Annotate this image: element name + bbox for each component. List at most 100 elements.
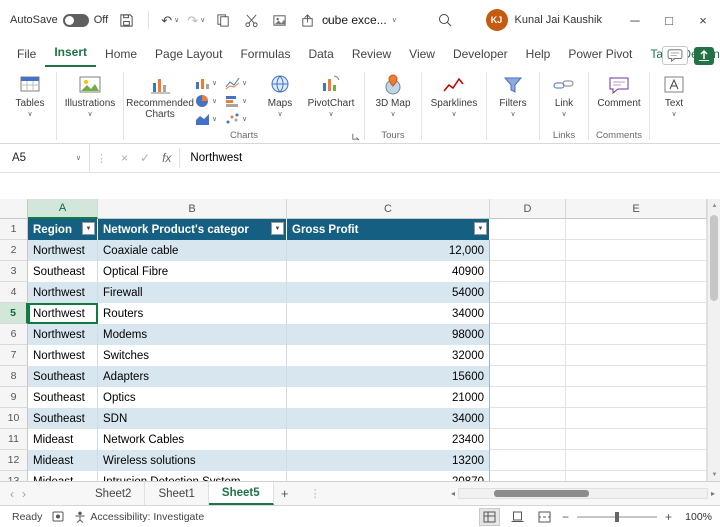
cell[interactable] <box>566 429 707 450</box>
cell-profit[interactable]: 21000 <box>287 387 490 408</box>
macro-record-button[interactable] <box>52 511 64 522</box>
picture-button[interactable] <box>269 8 289 32</box>
copy-button[interactable] <box>213 8 233 32</box>
cell-product[interactable]: Network Cables <box>98 429 287 450</box>
cell[interactable] <box>566 408 707 429</box>
row-header[interactable]: 4 <box>0 282 28 303</box>
ribbon-tab-formulas[interactable]: Formulas <box>231 44 299 67</box>
recommended-charts-button[interactable]: Recommended Charts <box>128 69 192 120</box>
search-button[interactable] <box>432 8 458 32</box>
cell[interactable] <box>490 240 566 261</box>
undo-button[interactable]: ↶ ∨ <box>161 14 179 27</box>
sparklines-button[interactable]: Sparklines ∨ <box>426 69 482 118</box>
bar-chart-button[interactable]: ∨ <box>225 92 255 110</box>
share-button[interactable] <box>694 47 714 65</box>
zoom-out-button[interactable]: − <box>562 510 569 524</box>
column-chart-button[interactable]: ∨ <box>195 74 225 92</box>
accessibility-status[interactable]: Accessibility: Investigate <box>74 511 204 523</box>
cell-region[interactable]: Mideast <box>28 450 98 471</box>
cell-profit[interactable]: 15600 <box>287 366 490 387</box>
row-header[interactable]: 11 <box>0 429 28 450</box>
cell-profit[interactable]: 32000 <box>287 345 490 366</box>
charts-dialog-launcher[interactable] <box>351 132 360 141</box>
cell-product[interactable]: Firewall <box>98 282 287 303</box>
cell-region[interactable]: Northwest <box>28 240 98 261</box>
cell-region[interactable]: Southeast <box>28 366 98 387</box>
cell[interactable] <box>566 324 707 345</box>
row-header[interactable]: 1 <box>0 219 28 240</box>
cell[interactable] <box>490 303 566 324</box>
ribbon-tab-developer[interactable]: Developer <box>444 44 517 67</box>
cell[interactable] <box>490 429 566 450</box>
cell-region[interactable]: Northwest <box>28 345 98 366</box>
cell[interactable] <box>566 471 707 481</box>
cell[interactable] <box>566 219 707 240</box>
cell[interactable] <box>490 366 566 387</box>
cell[interactable] <box>566 366 707 387</box>
redo-button[interactable]: ↷ ∨ <box>187 14 205 27</box>
cell-product[interactable]: Switches <box>98 345 287 366</box>
tab-scroll-splitter[interactable]: ⋮ <box>310 482 321 505</box>
formula-input[interactable]: Northwest <box>180 144 720 172</box>
scroll-up-icon[interactable]: ▲ <box>708 199 720 212</box>
cell[interactable] <box>490 387 566 408</box>
cell[interactable] <box>566 450 707 471</box>
column-header-e[interactable]: E <box>566 199 707 219</box>
scroll-down-icon[interactable]: ▼ <box>708 468 720 481</box>
row-header[interactable]: 3 <box>0 261 28 282</box>
ribbon-tab-review[interactable]: Review <box>343 44 400 67</box>
cell[interactable] <box>490 282 566 303</box>
autosave-toggle[interactable]: AutoSave Off <box>10 14 108 27</box>
account-button[interactable]: KJ Kunal Jai Kaushik <box>486 0 602 40</box>
cancel-button[interactable]: × <box>121 151 128 165</box>
cell-product[interactable]: Adapters <box>98 366 287 387</box>
cell-region[interactable]: Mideast <box>28 471 98 481</box>
cell[interactable] <box>566 282 707 303</box>
sheet-tab-sheet2[interactable]: Sheet2 <box>82 482 145 505</box>
illustrations-button[interactable]: Illustrations ∨ <box>61 69 119 118</box>
horizontal-scrollbar[interactable]: ◂ ▸ <box>448 487 718 500</box>
table-header-profit[interactable]: Gross Profit ▼ <box>287 219 490 240</box>
cell[interactable] <box>490 471 566 481</box>
cell[interactable] <box>566 345 707 366</box>
cell-profit[interactable]: 54000 <box>287 282 490 303</box>
cell-profit[interactable]: 12,000 <box>287 240 490 261</box>
insert-function-button[interactable]: fx <box>162 151 171 165</box>
ribbon-tab-power-pivot[interactable]: Power Pivot <box>559 44 641 67</box>
cell-profit[interactable]: 20870 <box>287 471 490 481</box>
3d-map-button[interactable]: 3D Map ∨ <box>369 69 417 118</box>
filters-button[interactable]: Filters ∨ <box>491 69 535 118</box>
cell-region[interactable]: Northwest <box>28 303 98 324</box>
ribbon-tab-insert[interactable]: Insert <box>45 42 96 67</box>
vertical-scrollbar[interactable]: ▲ ▼ <box>707 199 720 481</box>
cell-profit[interactable]: 98000 <box>287 324 490 345</box>
table-header-region[interactable]: Region ▼ <box>28 219 98 240</box>
tables-button[interactable]: Tables ∨ <box>8 69 52 118</box>
select-all-corner[interactable] <box>0 199 28 219</box>
scroll-left-icon[interactable]: ◂ <box>448 489 458 498</box>
cell-product[interactable]: Modems <box>98 324 287 345</box>
text-button[interactable]: Text ∨ <box>654 69 694 118</box>
maps-button[interactable]: Maps ∨ <box>258 69 302 118</box>
cell[interactable] <box>566 261 707 282</box>
zoom-level[interactable]: 100% <box>680 511 712 523</box>
cell-product[interactable]: Coaxiale cable <box>98 240 287 261</box>
save-button[interactable] <box>116 8 136 32</box>
row-header[interactable]: 5 <box>0 303 28 324</box>
line-chart-button[interactable]: ∨ <box>225 74 255 92</box>
row-header[interactable]: 10 <box>0 408 28 429</box>
cell-product[interactable]: Optical Fibre <box>98 261 287 282</box>
cell[interactable] <box>490 408 566 429</box>
filter-button[interactable]: ▼ <box>82 222 95 235</box>
zoom-in-button[interactable]: + <box>665 510 672 524</box>
pie-chart-button[interactable]: ∨ <box>195 92 225 110</box>
ribbon-tab-help[interactable]: Help <box>517 44 560 67</box>
cell-profit[interactable]: 23400 <box>287 429 490 450</box>
cell-profit[interactable]: 40900 <box>287 261 490 282</box>
cell-profit[interactable]: 34000 <box>287 408 490 429</box>
page-layout-view-button[interactable] <box>508 509 527 525</box>
row-header[interactable]: 6 <box>0 324 28 345</box>
sheet-tab-sheet1[interactable]: Sheet1 <box>145 482 208 505</box>
cell[interactable] <box>566 303 707 324</box>
scroll-right-icon[interactable]: ▸ <box>708 489 718 498</box>
